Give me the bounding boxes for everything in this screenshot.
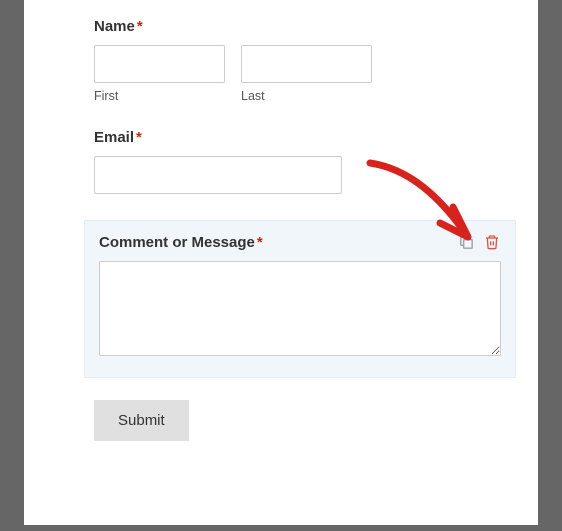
name-label: Name* [94,18,508,35]
required-mark: * [136,129,142,146]
first-name-input[interactable] [94,45,225,83]
comment-label-text: Comment or Message [99,234,255,251]
field-actions [457,233,501,251]
name-label-text: Name [94,18,135,35]
last-name-sublabel: Last [241,89,372,103]
name-field-group: Name* First Last [94,18,508,103]
comment-textarea[interactable] [99,261,501,356]
email-label-text: Email [94,129,134,146]
required-mark: * [257,234,263,251]
required-mark: * [137,18,143,35]
email-field-group: Email* [94,129,508,194]
comment-field-group[interactable]: Comment or Message* [84,220,516,378]
last-name-input[interactable] [241,45,372,83]
email-input[interactable] [94,156,342,194]
first-name-sublabel: First [94,89,225,103]
comment-label: Comment or Message* [99,234,263,251]
email-label: Email* [94,129,508,146]
form-panel: Name* First Last Email* Comme [24,0,538,525]
submit-button[interactable]: Submit [94,400,189,441]
trash-icon[interactable] [483,233,501,251]
duplicate-icon[interactable] [457,233,475,251]
